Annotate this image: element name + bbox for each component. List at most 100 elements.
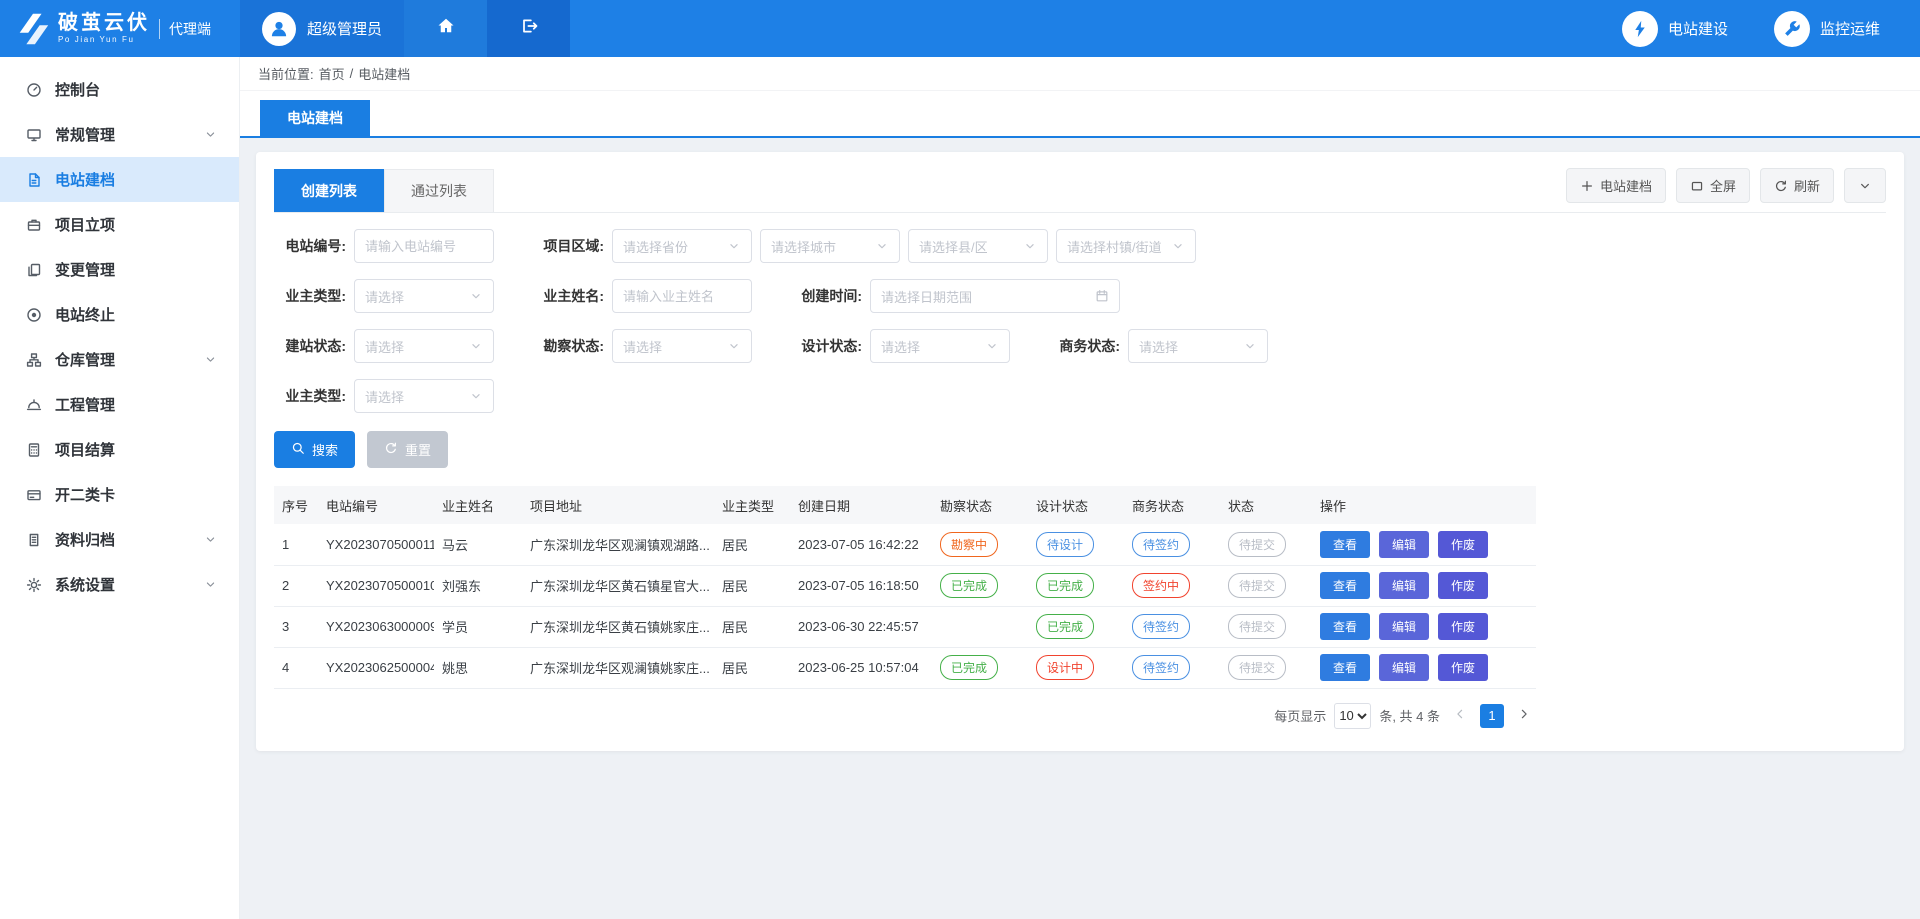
tab-passed-list[interactable]: 通过列表: [384, 169, 494, 212]
breadcrumb-home-link[interactable]: 首页: [319, 64, 345, 83]
owner-type-select[interactable]: 请选择: [354, 279, 494, 313]
sidebar-item-project-settlement[interactable]: 项目结算: [0, 427, 239, 472]
view-action-button[interactable]: 查看: [1320, 613, 1370, 640]
column-header: 商务状态: [1124, 486, 1220, 524]
next-page-button[interactable]: [1512, 704, 1536, 728]
sidebar: 控制台常规管理电站建档项目立项变更管理电站终止仓库管理工程管理项目结算开二类卡资…: [0, 57, 240, 919]
sidebar-item-general-management[interactable]: 常规管理: [0, 112, 239, 157]
briefcase-icon: [26, 217, 42, 233]
void-action-button[interactable]: 作废: [1438, 613, 1488, 640]
sidebar-item-label: 项目结算: [55, 439, 115, 460]
column-header: 业主类型: [714, 486, 790, 524]
edit-action-button[interactable]: 编辑: [1379, 572, 1429, 599]
view-action-button[interactable]: 查看: [1320, 654, 1370, 681]
owner-type-2-select[interactable]: 请选择: [354, 379, 494, 413]
chevron-left-icon: [1453, 707, 1467, 724]
panel-card: 创建列表通过列表 电站建档全屏刷新 电站编号:项目区域:请选择省份请选择城市请选…: [256, 152, 1904, 751]
page-1-button[interactable]: 1: [1480, 704, 1504, 728]
region-province-select[interactable]: 请选择省份: [612, 229, 752, 263]
fullscreen-button[interactable]: 全屏: [1676, 168, 1750, 203]
tab-created-list[interactable]: 创建列表: [274, 169, 384, 212]
business-status-select[interactable]: 请选择: [1128, 329, 1268, 363]
void-action-button[interactable]: 作废: [1438, 572, 1488, 599]
logo-subtitle: Po Jian Yun Fu: [58, 35, 150, 44]
sidebar-item-station-archive[interactable]: 电站建档: [0, 157, 239, 202]
status-badge: 签约中: [1132, 573, 1190, 598]
design-status-select[interactable]: 请选择: [870, 329, 1010, 363]
edit-action-button[interactable]: 编辑: [1379, 531, 1429, 558]
search-button[interactable]: 搜索: [274, 431, 355, 468]
user-menu[interactable]: 超级管理员: [240, 0, 404, 57]
filter-label-build-status: 建站状态:: [274, 336, 346, 356]
document-icon: [26, 172, 42, 188]
calculator-icon: [26, 442, 42, 458]
void-action-button[interactable]: 作废: [1438, 531, 1488, 558]
per-page-select[interactable]: 10: [1334, 703, 1371, 729]
chevron-down-icon: [204, 128, 217, 141]
survey-status-select[interactable]: 请选择: [612, 329, 752, 363]
breadcrumb-separator: /: [350, 66, 354, 81]
table-row: 3YX2023063000009学员广东深圳龙华区黄石镇姚家庄...居民2023…: [274, 606, 1536, 647]
status-badge: 勘察中: [940, 532, 998, 557]
home-icon: [436, 16, 456, 41]
page-tab-station-archive[interactable]: 电站建档: [260, 100, 370, 136]
breadcrumb: 当前位置: 首页 / 电站建档: [240, 57, 1920, 91]
column-header: 状态: [1220, 486, 1312, 524]
home-button[interactable]: [404, 0, 487, 57]
chevron-down-icon: [204, 353, 217, 366]
void-action-button[interactable]: 作废: [1438, 654, 1488, 681]
create-time-picker[interactable]: 请选择日期范围: [870, 279, 1120, 313]
copy-icon: [26, 262, 42, 278]
records-table: 序号电站编号业主姓名项目地址业主类型创建日期勘察状态设计状态商务状态状态操作 1…: [274, 486, 1536, 689]
sidebar-item-engineering-management[interactable]: 工程管理: [0, 382, 239, 427]
reset-button[interactable]: 重置: [367, 431, 448, 468]
sidebar-item-warehouse-management[interactable]: 仓库管理: [0, 337, 239, 382]
view-action-button[interactable]: 查看: [1320, 531, 1370, 558]
edit-action-button[interactable]: 编辑: [1379, 613, 1429, 640]
logout-button[interactable]: [487, 0, 570, 57]
main-area: 当前位置: 首页 / 电站建档 电站建档 创建列表通过列表 电站建档全屏刷新 电…: [240, 57, 1920, 919]
column-header: 勘察状态: [932, 486, 1028, 524]
breadcrumb-label: 当前位置:: [258, 64, 314, 83]
column-header: 设计状态: [1028, 486, 1124, 524]
logo-title: 破茧云伏: [58, 12, 150, 35]
sidebar-item-change-management[interactable]: 变更管理: [0, 247, 239, 292]
sidebar-item-data-archive[interactable]: 资料归档: [0, 517, 239, 562]
logout-icon: [519, 16, 539, 41]
view-action-button[interactable]: 查看: [1320, 572, 1370, 599]
column-header: 项目地址: [522, 486, 714, 524]
sidebar-item-console[interactable]: 控制台: [0, 67, 239, 112]
add-station-button[interactable]: 电站建档: [1566, 168, 1666, 203]
status-badge: 待签约: [1132, 532, 1190, 557]
build-status-select[interactable]: 请选择: [354, 329, 494, 363]
stop-icon: [26, 307, 42, 323]
sidebar-item-system-settings[interactable]: 系统设置: [0, 562, 239, 607]
filter-label-owner-name: 业主姓名:: [532, 286, 604, 306]
edit-action-button[interactable]: 编辑: [1379, 654, 1429, 681]
region-city-select[interactable]: 请选择城市: [760, 229, 900, 263]
toolbar-button-label: 全屏: [1710, 176, 1736, 195]
collapse-button[interactable]: [1844, 168, 1886, 203]
table-row: 4YX2023062500004姚思广东深圳龙华区观澜镇姚家庄...居民2023…: [274, 647, 1536, 688]
refresh-button[interactable]: 刷新: [1760, 168, 1834, 203]
region-village-select[interactable]: 请选择村镇/街道: [1056, 229, 1196, 263]
header-right-nav: 电站建设 监控运维: [1622, 0, 1920, 57]
sidebar-item-station-termination[interactable]: 电站终止: [0, 292, 239, 337]
sidebar-item-label: 项目立项: [55, 214, 115, 235]
station-code-input[interactable]: [354, 229, 494, 263]
prev-page-button[interactable]: [1448, 704, 1472, 728]
archive-icon: [26, 532, 42, 548]
sidebar-item-project-initiation[interactable]: 项目立项: [0, 202, 239, 247]
settings-icon: [26, 577, 42, 593]
region-county-select[interactable]: 请选择县/区: [908, 229, 1048, 263]
header-action-monitor-ops[interactable]: 监控运维: [1774, 11, 1880, 47]
caret-down-icon: [727, 339, 741, 353]
column-header: 创建日期: [790, 486, 932, 524]
list-tabs: 创建列表通过列表: [274, 169, 494, 212]
sidebar-item-label: 控制台: [55, 79, 100, 100]
sidebar-item-second-class-card[interactable]: 开二类卡: [0, 472, 239, 517]
header-action-station-build[interactable]: 电站建设: [1622, 11, 1728, 47]
status-badge: 待设计: [1036, 532, 1094, 557]
owner-name-input[interactable]: [612, 279, 752, 313]
caret-down-icon: [985, 339, 999, 353]
